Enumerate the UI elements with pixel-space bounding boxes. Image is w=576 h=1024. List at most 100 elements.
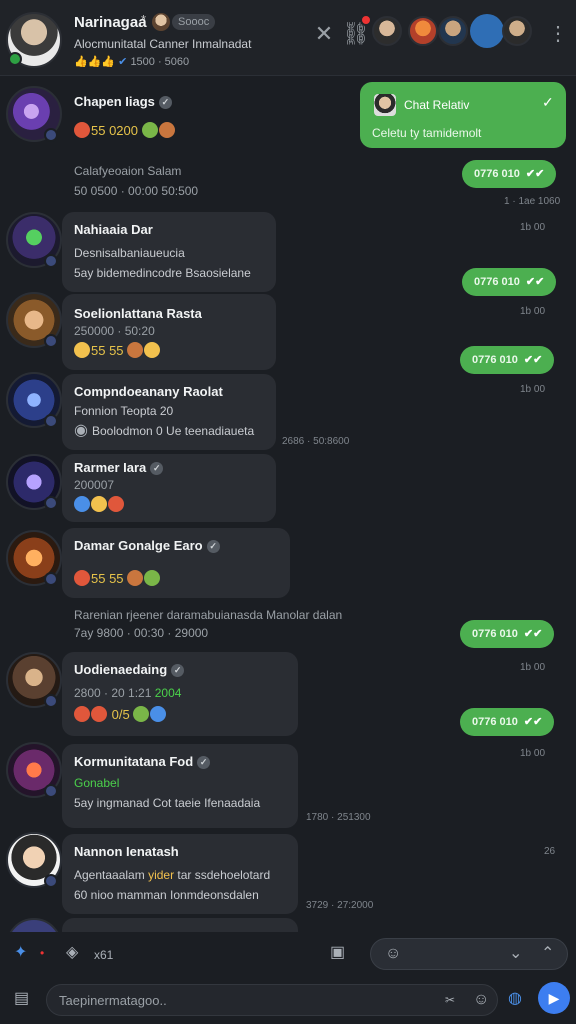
timestamp: 1b 00 xyxy=(520,748,546,759)
member-avatar-3[interactable] xyxy=(438,16,468,46)
sender-name[interactable]: Uodienaedaing ✓ xyxy=(74,662,185,677)
chat-feed[interactable]: Chapen Iiags ✓ 55 0200 Chat Relativ ✓ Cel… xyxy=(0,76,576,932)
sender-name[interactable]: Compndoeanany Raolat xyxy=(74,384,223,399)
chat-header: Narinagaa * Soooc Alocmunitatal Canner I… xyxy=(0,0,576,76)
outgoing-bubble[interactable]: 0776 010 ✔✔ xyxy=(462,160,557,188)
verified-icon: ✓ xyxy=(206,540,220,553)
send-button[interactable]: ▶ xyxy=(538,982,570,1014)
member-avatar-4[interactable] xyxy=(470,14,504,48)
member-avatar-2[interactable] xyxy=(408,16,438,46)
alert-dot-icon: • xyxy=(40,946,45,960)
chat-meta: 👍👍👍 ✔ 1500 · 5060 xyxy=(74,55,189,68)
alien-icon: ◉ xyxy=(74,422,88,439)
outgoing-bubble[interactable]: 0776 010 ✔✔ xyxy=(460,708,555,736)
timestamp: 2686 · 50:8600 xyxy=(282,436,350,447)
message-text: Gonabel xyxy=(74,776,120,790)
member-avatar-5[interactable] xyxy=(502,16,532,46)
quick-actions-bar[interactable]: ☺ ⌄ ⌃ xyxy=(370,938,568,970)
sticker-icon[interactable]: ◈ xyxy=(66,944,78,962)
timestamp: 1780 · 251300 xyxy=(306,812,371,823)
message-text: Boolodmon 0 Ue teenadiaueta xyxy=(92,424,255,438)
sender-name[interactable]: Kormunitatana Fod ✓ xyxy=(74,754,211,769)
avatar-status-icon xyxy=(44,694,58,708)
message-text: 5ay ingmanad Cot taeie Ifenaadaia xyxy=(74,796,261,810)
reactions[interactable]: 55 0200 xyxy=(74,122,176,138)
meta-emojis: 👍👍👍 xyxy=(74,56,116,68)
emoji-icon[interactable]: ☺ xyxy=(385,945,401,963)
media-icon[interactable]: ▣ xyxy=(330,944,345,962)
notification-badge xyxy=(360,14,372,26)
timestamp: 1b 00 xyxy=(520,662,546,673)
reactions[interactable] xyxy=(74,496,125,512)
message-input[interactable]: Taepinermatagoo.. ✂ ☺ xyxy=(46,984,498,1016)
composer: ▤ Taepinermatagoo.. ✂ ☺ ◍ ▶ xyxy=(0,976,576,1024)
sender-name[interactable]: Nannon Ienatash xyxy=(74,844,179,859)
outgoing-bubble[interactable]: 0776 010 ✔✔ xyxy=(460,620,555,648)
reaction-count: x61 xyxy=(94,948,114,962)
system-text: Calafyeoaion Salam xyxy=(74,164,182,178)
outgoing-bubble[interactable]: 0776 010 ✔✔ xyxy=(460,346,555,374)
read-check-icon: ✔✔ xyxy=(525,168,545,180)
avatar-status-icon xyxy=(44,254,58,268)
meta-text: 1500 · 5060 xyxy=(130,56,190,68)
timestamp: 26 xyxy=(544,846,556,857)
read-check-icon: ✓ xyxy=(542,94,554,110)
outgoing-card[interactable]: Chat Relativ ✓ Celetu ty tamidemolt xyxy=(360,82,566,148)
reactions[interactable]: 55 55 xyxy=(74,570,161,586)
timestamp: 1b 00 xyxy=(520,384,546,395)
message-text: Desnisalbaniaueucia xyxy=(74,246,185,260)
link-icon[interactable]: ⛓ xyxy=(342,22,370,46)
card-subtitle: Celetu ty tamidemolt xyxy=(372,126,482,140)
expand-icon[interactable]: ⌄ xyxy=(509,945,522,963)
read-check-icon: ✔✔ xyxy=(525,276,545,288)
message-text: 5ay bidemedincodre Bsaosielane xyxy=(74,266,251,280)
sender-name[interactable]: Nahiaaia Dar xyxy=(74,222,153,237)
read-check-icon: ✔✔ xyxy=(523,354,543,366)
header-tag: Soooc xyxy=(172,14,216,30)
outgoing-bubble[interactable]: 0776 010 ✔✔ xyxy=(462,268,557,296)
message-text: Agentaaalam yider tar ssdehoelotard xyxy=(74,868,271,882)
chat-title[interactable]: Narinagaa xyxy=(74,14,147,31)
more-vertical-icon[interactable]: ⋮ xyxy=(548,22,568,46)
sender-name[interactable]: Soelionlattana Rasta xyxy=(74,306,202,321)
action-bar: ✦ • ◈ x61 ▣ ☺ ⌄ ⌃ xyxy=(0,932,576,976)
message-text: Fonnion Teopta 20 xyxy=(74,404,174,418)
system-subtext: 50 0500 · 00:00 50:500 xyxy=(74,184,199,198)
avatar-status-icon xyxy=(44,572,58,586)
sender-name[interactable]: Rarmer Iara ✓ xyxy=(74,460,164,475)
read-check-icon: ✔✔ xyxy=(523,628,543,640)
card-title: Chat Relativ xyxy=(404,98,470,112)
message-bubble[interactable] xyxy=(62,918,298,932)
online-indicator xyxy=(8,52,22,66)
verified-icon: ✔ xyxy=(118,56,128,68)
emoji-icon[interactable]: ☺ xyxy=(473,991,489,1009)
sender-name[interactable]: Chapen Iiags ✓ xyxy=(74,94,172,109)
message-text: 200007 xyxy=(74,478,115,492)
message-text: 2800 · 20 1:21 2004 xyxy=(74,686,182,700)
timestamp: 1b 00 xyxy=(520,222,546,233)
reactions[interactable]: 0/5 xyxy=(74,706,167,722)
attach-icon[interactable]: ▤ xyxy=(14,990,29,1008)
timestamp: 1 · 1ae 1060 xyxy=(504,196,561,207)
avatar-status-icon xyxy=(44,414,58,428)
system-subtext: 7ay 9800 · 00:30 · 29000 xyxy=(74,626,209,640)
gif-icon[interactable]: ✂ xyxy=(445,991,455,1009)
avatar-status-icon xyxy=(44,496,58,510)
verified-icon: ✓ xyxy=(171,664,185,677)
avatar[interactable] xyxy=(6,918,62,932)
close-x-icon[interactable]: ✕ xyxy=(312,22,336,46)
voice-icon[interactable]: ◍ xyxy=(508,990,522,1008)
sender-name[interactable]: Damar Gonalge Earo ✓ xyxy=(74,538,220,553)
verified-icon: ✓ xyxy=(197,756,211,769)
sparkle-icon[interactable]: ✦ xyxy=(14,944,27,962)
timestamp: 1b 00 xyxy=(520,306,546,317)
card-avatar xyxy=(374,94,396,116)
avatar-status-icon xyxy=(44,874,58,888)
read-check-icon: ✔✔ xyxy=(523,716,543,728)
collapse-icon[interactable]: ⌃ xyxy=(541,945,554,963)
member-avatar-1[interactable] xyxy=(372,16,402,46)
message-text: 250000 · 50:20 xyxy=(74,324,155,338)
star-icon: * xyxy=(141,12,147,27)
verified-icon: ✓ xyxy=(158,96,172,109)
reactions[interactable]: 55 55 xyxy=(74,342,161,358)
